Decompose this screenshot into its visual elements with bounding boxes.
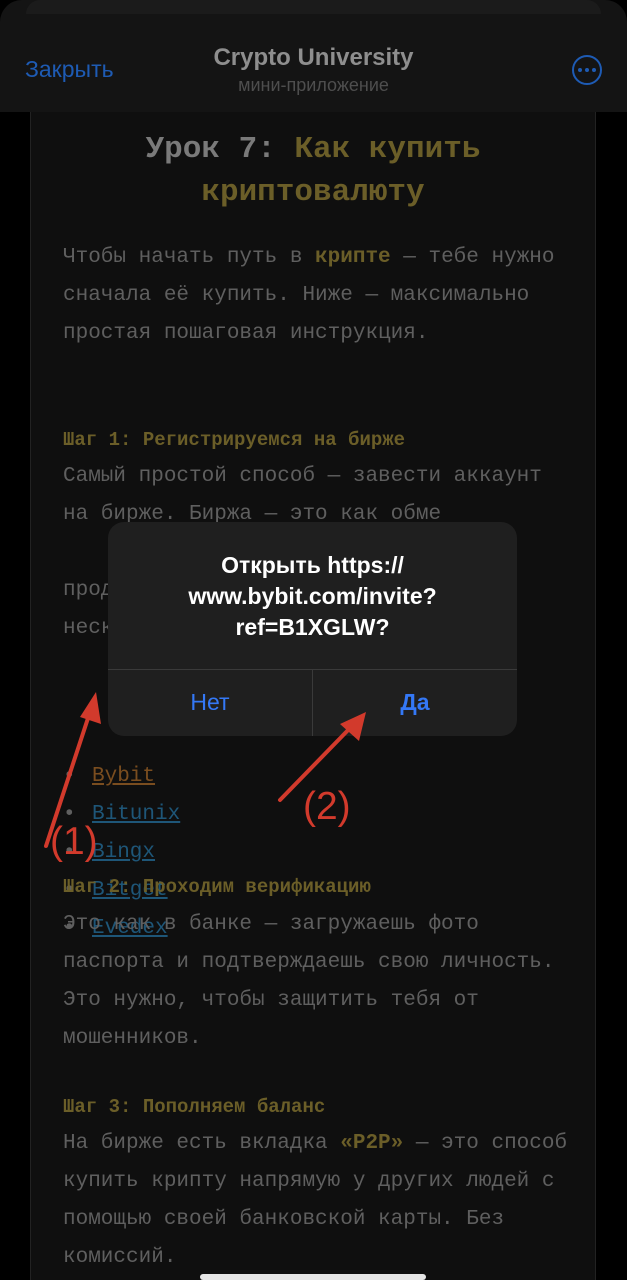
step3-paragraph: На бирже есть вкладка «P2P» — это способ… xyxy=(63,1125,573,1277)
intro-text-start: Чтобы начать путь в xyxy=(63,246,316,269)
open-link-dialog: Открыть https:// www.bybit.com/invite? r… xyxy=(108,522,517,736)
step3-text-start: На бирже есть вкладка xyxy=(63,1132,341,1155)
exchange-link-bybit[interactable]: Bybit xyxy=(92,758,155,796)
step1-heading: Шаг 1: Регистрируемся на бирже xyxy=(63,429,406,451)
app-subtitle: мини-приложение xyxy=(238,75,389,95)
exchange-link-bitunix[interactable]: Bitunix xyxy=(92,796,180,834)
dialog-message: Открыть https:// www.bybit.com/invite? r… xyxy=(188,552,437,640)
step2-heading: Шаг 2: Проходим верификацию xyxy=(63,876,371,898)
exchange-link-bingx[interactable]: Bingx xyxy=(92,834,155,872)
sheet-handle-area xyxy=(26,0,601,14)
step3-heading: Шаг 3: Пополняем баланс xyxy=(63,1096,326,1118)
lesson-title-prefix: Урок 7: xyxy=(145,132,295,167)
intro-bold: крипте xyxy=(315,246,391,269)
dialog-yes-button[interactable]: Да xyxy=(313,669,517,736)
ellipsis-circle-icon[interactable] xyxy=(572,55,602,85)
app-header: Закрыть Crypto University мини-приложени… xyxy=(0,0,627,112)
lesson-title: Урок 7: Как купить криптовалюту xyxy=(31,128,595,214)
dialog-no-button[interactable]: Нет xyxy=(108,669,312,736)
annotation-label-1: (1) xyxy=(50,820,98,863)
step3-bold: «P2P» xyxy=(340,1132,404,1155)
intro-paragraph: Чтобы начать путь в крипте — тебе нужно … xyxy=(63,239,573,353)
list-item: • Bybit xyxy=(63,758,180,796)
step2-paragraph: Это как в банке — загружаешь фото паспор… xyxy=(63,913,555,1050)
app-title: Crypto University xyxy=(213,44,414,71)
home-indicator xyxy=(200,1274,426,1280)
annotation-label-2: (2) xyxy=(303,785,351,828)
